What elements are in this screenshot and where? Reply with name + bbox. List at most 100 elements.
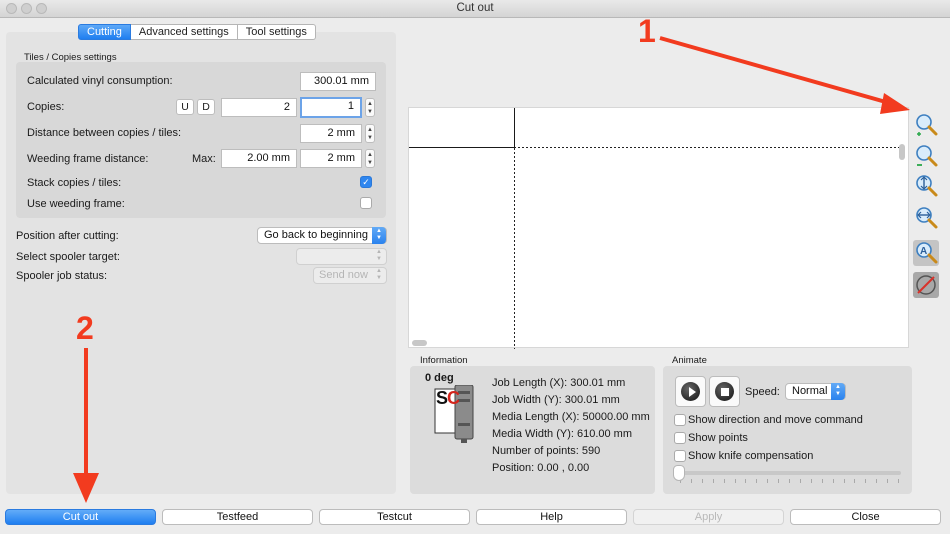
zoom-fit-height-icon: [916, 175, 938, 197]
copies-stepper[interactable]: ▲ ▼: [365, 98, 375, 117]
slider-tick: [898, 479, 899, 483]
stack-copies-label: Stack copies / tiles:: [27, 177, 122, 189]
title-bar: Cut out: [0, 0, 950, 18]
preview-vertical-scrollbar[interactable]: [899, 144, 905, 160]
slider-tick: [701, 479, 703, 483]
slider-tick: [778, 479, 780, 483]
sc-logo-text: SC: [436, 388, 460, 408]
use-weeding-checkbox[interactable]: [360, 197, 372, 209]
chevron-updown-icon: ▲ ▼: [376, 249, 382, 262]
copies-d-button[interactable]: D: [197, 99, 215, 115]
tab-bar: Cutting Advanced settings Tool settings: [78, 24, 316, 40]
stop-icon: [721, 388, 729, 396]
animate-title: Animate: [672, 355, 707, 366]
tab-tool-settings[interactable]: Tool settings: [237, 24, 316, 40]
no-preview-icon: [916, 275, 936, 295]
speed-label: Speed:: [745, 386, 780, 398]
position-after-value: Go back to beginning: [264, 229, 368, 241]
cut-out-button[interactable]: Cut out: [5, 509, 156, 525]
slider-tick: [843, 479, 845, 483]
copies-horizontal-field[interactable]: 2: [221, 98, 297, 117]
vinyl-consumption-field: 300.01 mm: [300, 72, 376, 91]
information-title: Information: [420, 355, 468, 366]
slider-tick: [854, 479, 856, 483]
show-direction-checkbox[interactable]: [674, 414, 686, 426]
show-points-label: Show points: [688, 432, 748, 444]
distance-copies-stepper[interactable]: ▲ ▼: [365, 124, 375, 143]
tab-advanced-settings[interactable]: Advanced settings: [130, 24, 238, 40]
arrow-1-line: [659, 36, 894, 106]
slider-tick: [876, 479, 878, 483]
cut-preview-canvas[interactable]: [408, 107, 909, 349]
sc-logo: SC: [436, 388, 460, 408]
info-job-length: Job Length (X): 300.01 mm: [492, 377, 626, 389]
slider-tick: [821, 479, 823, 483]
spooler-status-label: Spooler job status:: [16, 270, 108, 282]
zoom-fit-width-button[interactable]: [913, 205, 939, 231]
svg-text:A: A: [920, 246, 927, 257]
animation-slider-handle[interactable]: [673, 465, 685, 481]
info-position: Position: 0.00 , 0.00: [492, 462, 590, 474]
zoom-fit-height-button[interactable]: [913, 173, 939, 199]
help-button[interactable]: Help: [476, 509, 627, 525]
tab-cutting[interactable]: Cutting: [78, 24, 131, 40]
cutter-graphic: SC: [433, 384, 483, 445]
weeding-distance-stepper[interactable]: ▲ ▼: [365, 149, 375, 168]
preview-horizontal-scrollbar[interactable]: [412, 340, 427, 346]
spooler-target-select[interactable]: ▲ ▼: [296, 248, 387, 265]
chevron-updown-icon: ▲ ▼: [831, 383, 845, 400]
distance-copies-field[interactable]: 2 mm: [300, 124, 362, 143]
chevron-updown-icon: ▲ ▼: [372, 227, 386, 244]
slider-tick: [723, 479, 725, 483]
weeding-max-field[interactable]: 2.00 mm: [221, 149, 297, 168]
weeding-max-label: Max:: [192, 153, 216, 165]
zoom-text-icon: A: [916, 242, 938, 264]
send-now-value: Send now: [319, 269, 368, 281]
chevron-updown-icon: ▲ ▼: [376, 268, 382, 281]
use-weeding-label: Use weeding frame:: [27, 198, 125, 210]
info-media-width: Media Width (Y): 610.00 mm: [492, 428, 632, 440]
stack-copies-checkbox[interactable]: ✓: [360, 176, 372, 188]
angle-label: 0 deg: [425, 372, 454, 384]
send-now-select[interactable]: Send now ▲ ▼: [313, 267, 387, 284]
slider-tick: [865, 479, 867, 483]
weeding-distance-field[interactable]: 2 mm: [300, 149, 362, 168]
slider-tick: [712, 479, 714, 483]
position-after-select[interactable]: Go back to beginning ▲ ▼: [257, 227, 387, 244]
play-icon: [689, 387, 696, 397]
copies-label: Copies:: [27, 101, 65, 113]
zoom-out-button[interactable]: [913, 143, 939, 169]
annotation-marker-1: 1: [638, 13, 656, 49]
stop-button[interactable]: [709, 376, 740, 407]
apply-button[interactable]: Apply: [633, 509, 784, 525]
close-button[interactable]: Close: [790, 509, 941, 525]
slider-tick: [745, 479, 747, 483]
copies-vertical-field[interactable]: 1: [300, 97, 362, 118]
play-button[interactable]: [675, 376, 706, 407]
weeding-distance-label: Weeding frame distance:: [27, 153, 149, 165]
animation-slider-track[interactable]: [675, 471, 901, 475]
slider-tick: [789, 479, 790, 483]
position-after-label: Position after cutting:: [16, 230, 119, 242]
slider-tick: [832, 479, 834, 483]
zoom-out-icon: [916, 145, 938, 167]
slider-tick: [810, 479, 812, 483]
slider-tick: [767, 479, 769, 483]
slider-tick: [756, 479, 758, 483]
no-preview-button[interactable]: [913, 272, 939, 298]
testfeed-button[interactable]: Testfeed: [162, 509, 313, 525]
slider-tick: [690, 479, 692, 483]
zoom-in-icon: [916, 114, 938, 136]
testcut-button[interactable]: Testcut: [319, 509, 470, 525]
zoom-text-button[interactable]: A: [913, 240, 939, 266]
annotation-marker-2: 2: [76, 310, 94, 346]
speed-select[interactable]: Normal ▲ ▼: [785, 383, 846, 400]
info-job-width: Job Width (Y): 300.01 mm: [492, 394, 620, 406]
preview-drawing: [409, 108, 901, 349]
zoom-in-button[interactable]: [913, 112, 939, 138]
copies-u-button[interactable]: U: [176, 99, 194, 115]
show-points-checkbox[interactable]: [674, 432, 686, 444]
slider-tick: [734, 479, 736, 483]
show-knife-checkbox[interactable]: [674, 450, 686, 462]
speed-value: Normal: [792, 385, 828, 397]
